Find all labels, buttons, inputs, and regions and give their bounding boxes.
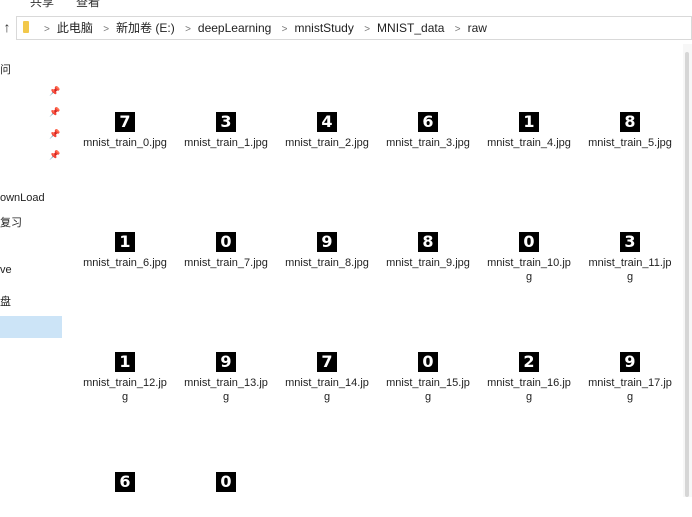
- file-item[interactable]: 6 mnist_train_3.jpg: [384, 112, 472, 150]
- chevron-right-icon[interactable]: >: [282, 24, 288, 35]
- image-thumbnail: 8: [418, 232, 438, 252]
- pin-icon: 📌: [49, 86, 61, 96]
- tab-share[interactable]: 共享: [30, 0, 54, 10]
- file-name: mnist_train_11.jpg: [588, 257, 672, 283]
- file-name: mnist_train_1.jpg: [184, 137, 268, 149]
- image-thumbnail: 6: [418, 112, 438, 132]
- file-name: mnist_train_10.jpg: [487, 257, 571, 283]
- chevron-right-icon[interactable]: >: [455, 24, 461, 35]
- crumb-drive-e[interactable]: 新加卷 (E:): [116, 21, 175, 35]
- status-bar-area: [0, 497, 692, 517]
- image-thumbnail: 8: [620, 112, 640, 132]
- sidebar-item-selected[interactable]: [0, 316, 62, 338]
- file-name: mnist_train_15.jpg: [386, 377, 470, 403]
- image-thumbnail: 7: [115, 112, 135, 132]
- file-item[interactable]: 1 mnist_train_4.jpg: [485, 112, 573, 150]
- image-thumbnail: 9: [216, 352, 236, 372]
- crumb-mniststudy[interactable]: mnistStudy: [295, 21, 354, 35]
- file-item[interactable]: 0 mnist_train_15.jpg: [384, 352, 472, 404]
- file-name: mnist_train_16.jpg: [487, 377, 571, 403]
- file-name: mnist_train_0.jpg: [83, 137, 167, 149]
- up-arrow-icon[interactable]: ↑: [0, 18, 14, 36]
- image-thumbnail: 9: [620, 352, 640, 372]
- breadcrumb: > 此电脑 > 新加卷 (E:) > deepLearning > mnistStudy…: [37, 17, 487, 39]
- pin-icon: 📌: [49, 150, 61, 160]
- file-name: mnist_train_2.jpg: [285, 137, 369, 149]
- image-thumbnail: 3: [216, 112, 236, 132]
- crumb-raw[interactable]: raw: [468, 21, 487, 35]
- image-thumbnail: 1: [115, 232, 135, 252]
- image-thumbnail: 4: [317, 112, 337, 132]
- image-thumbnail: 9: [317, 232, 337, 252]
- file-name: mnist_train_4.jpg: [487, 137, 571, 149]
- sidebar-item-download[interactable]: ownLoad: [0, 192, 62, 204]
- ribbon-tabs: 共享 查看: [0, 0, 692, 10]
- file-item[interactable]: 9 mnist_train_8.jpg: [283, 232, 371, 270]
- image-thumbnail: 1: [519, 112, 539, 132]
- tab-view[interactable]: 查看: [76, 0, 100, 10]
- image-thumbnail: 0: [216, 472, 236, 492]
- pin-icon: 📌: [49, 107, 61, 117]
- file-item[interactable]: 3 mnist_train_11.jpg: [586, 232, 674, 284]
- pin-icon: 📌: [49, 129, 61, 139]
- sidebar-item-drive[interactable]: ve: [0, 264, 62, 276]
- file-item[interactable]: 4 mnist_train_2.jpg: [283, 112, 371, 150]
- file-name: mnist_train_8.jpg: [285, 257, 369, 269]
- file-name: mnist_train_9.jpg: [386, 257, 470, 269]
- image-thumbnail: 0: [216, 232, 236, 252]
- file-item[interactable]: 9 mnist_train_13.jpg: [182, 352, 270, 404]
- image-thumbnail: 6: [115, 472, 135, 492]
- file-name: mnist_train_12.jpg: [83, 377, 167, 403]
- file-item[interactable]: 0 mnist_train_10.jpg: [485, 232, 573, 284]
- image-thumbnail: 1: [115, 352, 135, 372]
- file-item[interactable]: 7 mnist_train_0.jpg: [81, 112, 169, 150]
- address-bar[interactable]: > 此电脑 > 新加卷 (E:) > deepLearning > mnistStudy…: [16, 16, 692, 40]
- file-item[interactable]: 9 mnist_train_17.jpg: [586, 352, 674, 404]
- image-thumbnail: 2: [519, 352, 539, 372]
- folder-icon: [23, 21, 29, 33]
- file-name: mnist_train_6.jpg: [83, 257, 167, 269]
- file-list: 7 mnist_train_0.jpg 3 mnist_train_1.jpg …: [63, 44, 683, 497]
- file-item[interactable]: 7 mnist_train_14.jpg: [283, 352, 371, 404]
- scrollbar-thumb[interactable]: [685, 52, 689, 497]
- address-row: ↑ > 此电脑 > 新加卷 (E:) > deepLearning > mnistStu…: [0, 10, 692, 44]
- file-item[interactable]: 2 mnist_train_16.jpg: [485, 352, 573, 404]
- file-name: mnist_train_14.jpg: [285, 377, 369, 403]
- navigation-pane: 问 📌 📌 📌 📌 ownLoad 复习 ve 盘: [0, 44, 62, 517]
- file-name: mnist_train_17.jpg: [588, 377, 672, 403]
- file-item[interactable]: 6: [81, 472, 169, 492]
- crumb-mnist-data[interactable]: MNIST_data: [377, 21, 444, 35]
- crumb-this-pc[interactable]: 此电脑: [57, 21, 93, 35]
- file-name: mnist_train_13.jpg: [184, 377, 268, 403]
- sidebar-item-review[interactable]: 复习: [0, 214, 62, 230]
- image-thumbnail: 0: [418, 352, 438, 372]
- chevron-right-icon[interactable]: >: [185, 24, 191, 35]
- image-thumbnail: 7: [317, 352, 337, 372]
- file-item[interactable]: 1 mnist_train_6.jpg: [81, 232, 169, 270]
- file-item[interactable]: 0 mnist_train_7.jpg: [182, 232, 270, 270]
- file-item[interactable]: 1 mnist_train_12.jpg: [81, 352, 169, 404]
- file-name: mnist_train_7.jpg: [184, 257, 268, 269]
- file-item[interactable]: 8 mnist_train_5.jpg: [586, 112, 674, 150]
- chevron-right-icon[interactable]: >: [103, 24, 109, 35]
- image-thumbnail: 0: [519, 232, 539, 252]
- chevron-right-icon[interactable]: >: [44, 24, 50, 35]
- crumb-deeplearning[interactable]: deepLearning: [198, 21, 271, 35]
- file-item[interactable]: 3 mnist_train_1.jpg: [182, 112, 270, 150]
- chevron-right-icon[interactable]: >: [364, 24, 370, 35]
- sidebar-item-disk[interactable]: 盘: [0, 293, 62, 309]
- file-item[interactable]: 0: [182, 472, 270, 492]
- sidebar-item-quick-access[interactable]: 问: [0, 61, 62, 77]
- image-thumbnail: 3: [620, 232, 640, 252]
- file-name: mnist_train_3.jpg: [386, 137, 470, 149]
- file-item[interactable]: 8 mnist_train_9.jpg: [384, 232, 472, 270]
- file-name: mnist_train_5.jpg: [588, 137, 672, 149]
